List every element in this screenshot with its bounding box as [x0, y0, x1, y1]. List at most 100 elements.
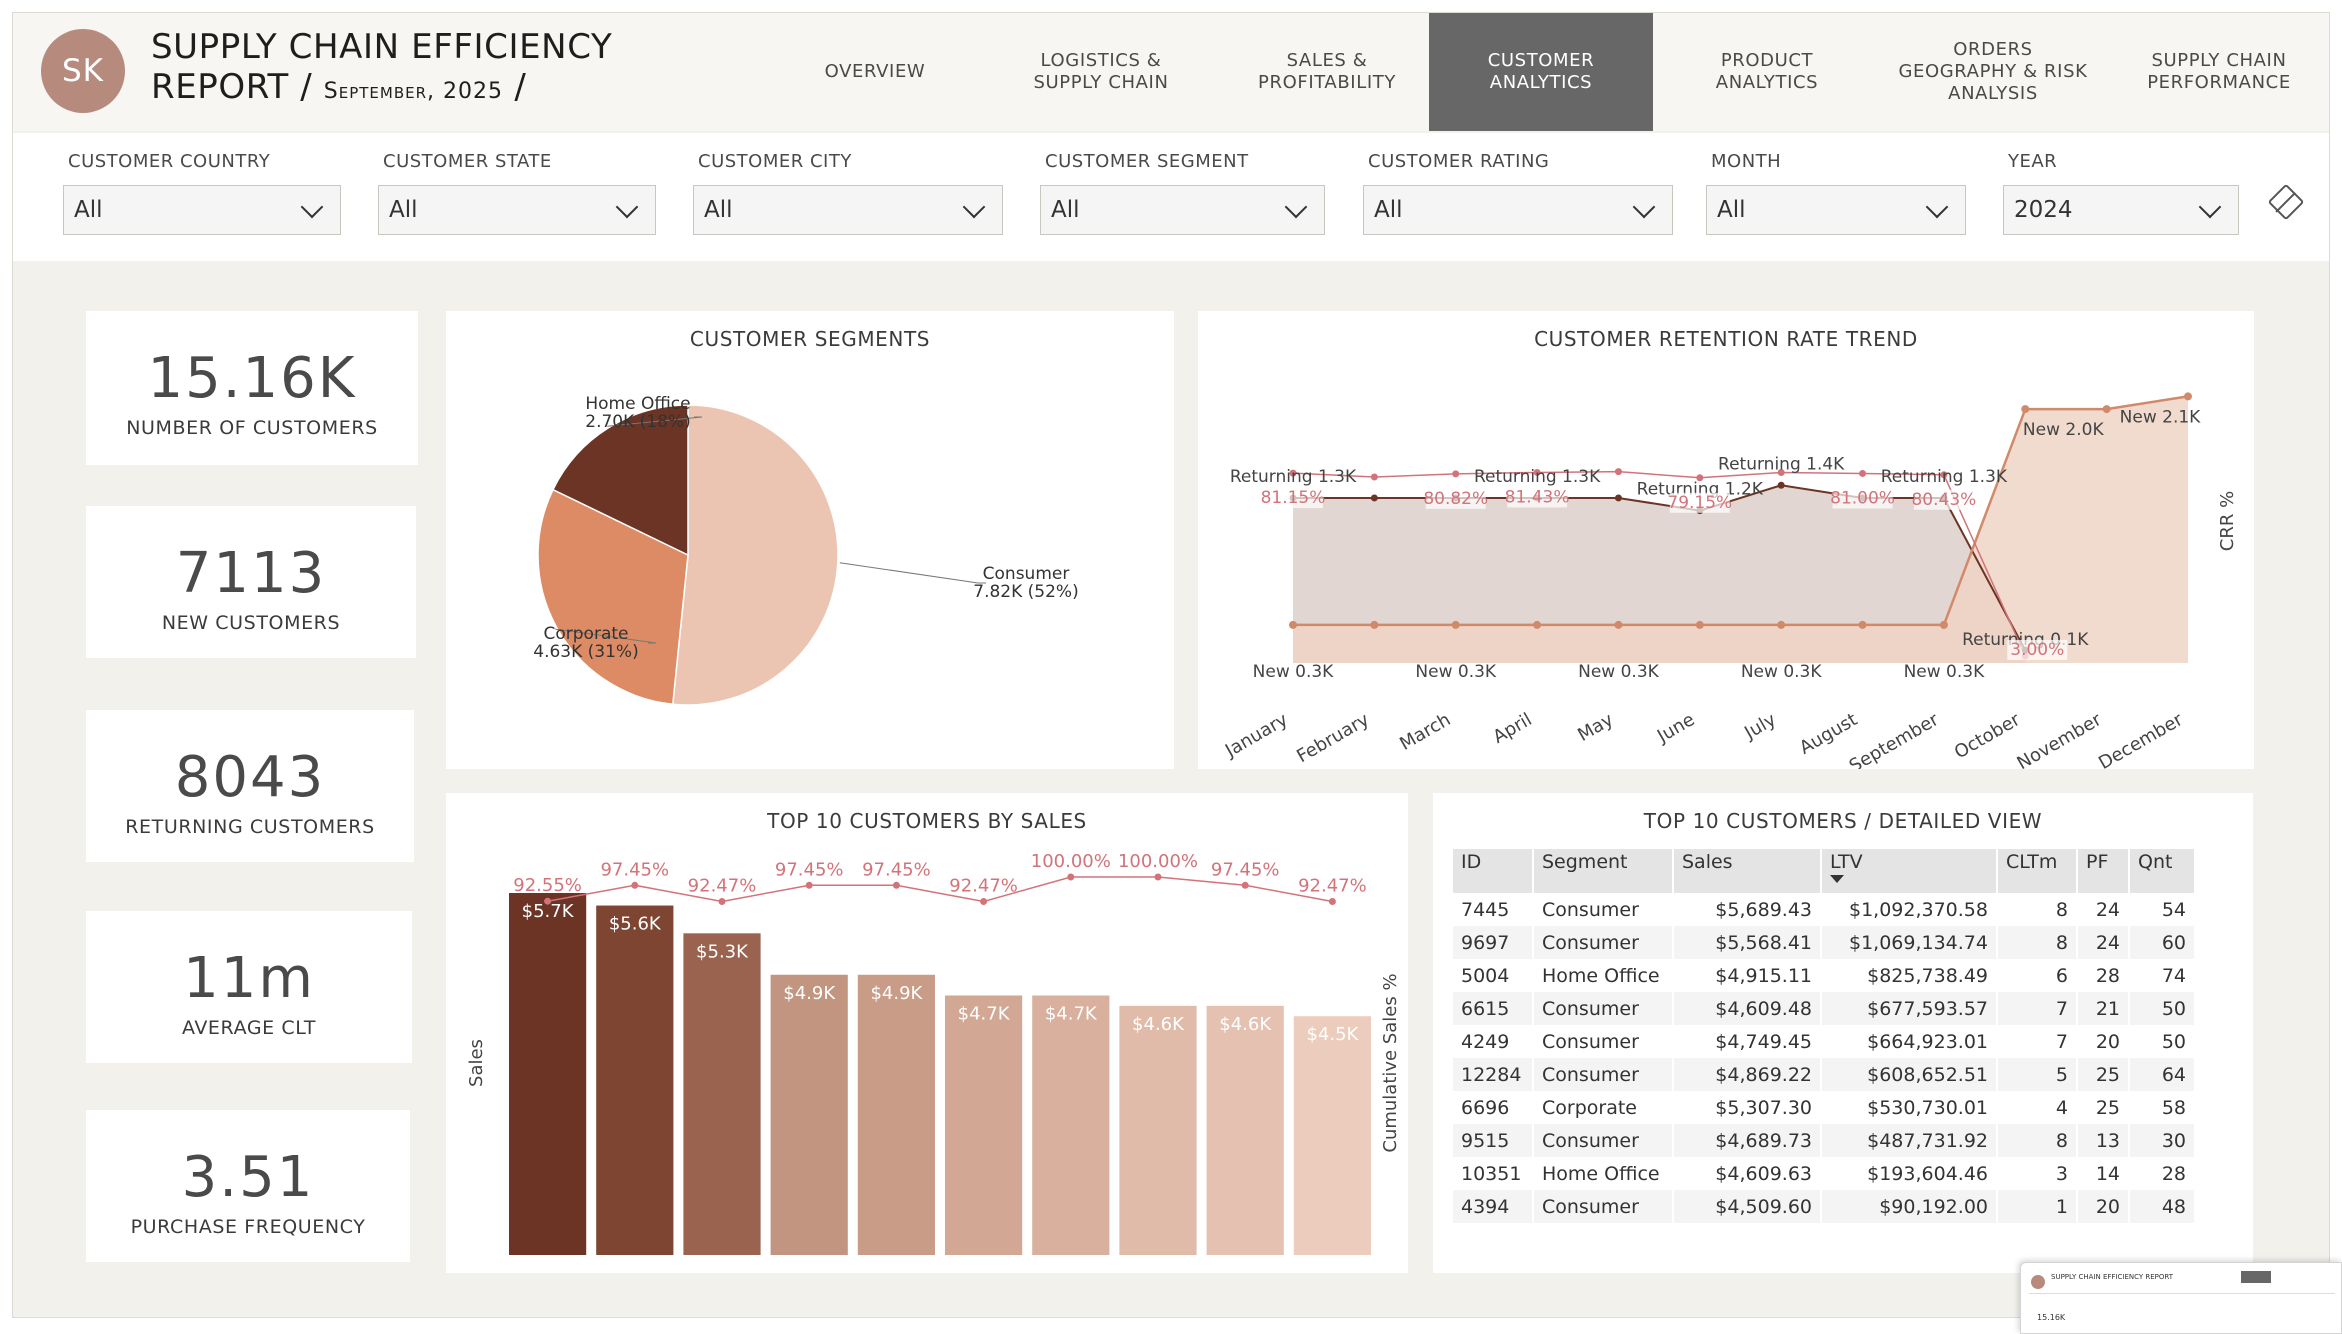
tab-label: ORDERS GEOGRAPHY & RISK ANALYSIS [1898, 39, 2088, 104]
table-row[interactable]: 9515 Consumer $4,689.73 $487,731.92 8 13 30 [1453, 1124, 2196, 1157]
cumulative-label: 97.45% [775, 859, 844, 880]
filter-value: All [1717, 197, 1746, 223]
clear-filters-icon[interactable] [2267, 183, 2305, 221]
table-cell: $5,689.43 [1673, 893, 1822, 926]
table-row[interactable]: 9697 Consumer $5,568.41 $1,069,134.74 8 24 60 [1453, 926, 2196, 959]
table-cell: 24 [2077, 926, 2130, 959]
point-label: New 0.3K [1253, 662, 1335, 682]
table-cell: 4394 [1453, 1190, 1534, 1223]
table-cell: 7 [1997, 1025, 2078, 1058]
filter-select-segment[interactable]: All [1040, 185, 1325, 235]
filter-select-rating[interactable]: All [1363, 185, 1673, 235]
kpi-label: NEW CUSTOMERS [161, 612, 341, 634]
table-cell: 4 [1997, 1091, 2078, 1124]
table-cell: 6615 [1453, 992, 1534, 1025]
filter-select-year[interactable]: 2024 [2003, 185, 2239, 235]
chevron-down-icon [1632, 195, 1656, 219]
new-point [1370, 620, 1379, 629]
kpi-value: 8043 [174, 745, 326, 810]
cumulative-point [892, 881, 900, 889]
table-cell: $4,609.48 [1673, 992, 1822, 1025]
tab-orders-geography-risk[interactable]: ORDERS GEOGRAPHY & RISK ANALYSIS [1881, 13, 2105, 131]
table-row[interactable]: 4249 Consumer $4,749.45 $664,923.01 7 20 50 [1453, 1025, 2196, 1058]
thumbnail-divider [2029, 1293, 2335, 1294]
table-cell: 12284 [1453, 1058, 1534, 1091]
point-label: New 0.3K [1578, 662, 1660, 682]
customer-segments-pie: Consumer7.82K (52%) Corporate4.63K (31%) H… [533, 394, 1079, 706]
table-title: TOP 10 CUSTOMERS / DETAILED VIEW [1643, 809, 2043, 833]
table-cell: 24 [2077, 893, 2130, 926]
x-tick-label: April [1489, 709, 1535, 748]
filter-label-city: CUSTOMER CITY [698, 151, 852, 172]
table-cell: Home Office [1533, 1157, 1674, 1190]
new-point [1695, 620, 1704, 629]
table-cell: $4,689.73 [1673, 1124, 1822, 1157]
page-thumbnail-preview[interactable]: SUPPLY CHAIN EFFICIENCY REPORT 15.16K [2020, 1262, 2342, 1334]
table-cell: 14 [2077, 1157, 2130, 1190]
bar [770, 974, 848, 1255]
top-customers-table-panel: TOP 10 CUSTOMERS / DETAILED VIEW ID Segm… [1433, 793, 2253, 1273]
y-axis-label-right: CRR % [2217, 491, 2238, 551]
tab-logistics-supply-chain[interactable]: LOGISTICS & SUPPLY CHAIN [989, 13, 1213, 131]
cumulative-point [980, 897, 988, 905]
table-cell: 28 [2077, 959, 2130, 992]
tab-sales-profitability[interactable]: SALES & PROFITABILITY [1215, 13, 1439, 131]
filter-select-city[interactable]: All [693, 185, 1003, 235]
col-header-ltv[interactable]: LTV [1821, 849, 1998, 893]
col-header-qnt[interactable]: Qnt [2129, 849, 2196, 893]
bar-value-label: $5.3K [696, 941, 749, 962]
tab-product-analytics[interactable]: PRODUCT ANALYTICS [1655, 13, 1879, 131]
filter-select-state[interactable]: All [378, 185, 656, 235]
crr-point [1370, 473, 1378, 481]
col-header-id[interactable]: ID [1453, 849, 1534, 893]
report-title: SUPPLY CHAIN EFFICIENCY REPORT / Septemb… [151, 27, 612, 112]
point-label: Returning 1.3K [1230, 467, 1357, 487]
cumulative-point [1241, 881, 1249, 889]
point-label: New 2.1K [2120, 407, 2202, 427]
table-row[interactable]: 7445 Consumer $5,689.43 $1,092,370.58 8 24 54 [1453, 893, 2196, 926]
table-cell: $4,749.45 [1673, 1025, 1822, 1058]
tab-overview[interactable]: OVERVIEW [763, 13, 987, 131]
filter-label-rating: CUSTOMER RATING [1368, 151, 1550, 172]
col-header-sales[interactable]: Sales [1673, 849, 1822, 893]
thumbnail-active-tab [2241, 1271, 2271, 1283]
filter-label-state: CUSTOMER STATE [383, 151, 552, 172]
chevron-down-icon [1284, 195, 1308, 219]
table-cell: $608,652.51 [1821, 1058, 1998, 1091]
sort-descending-icon [1830, 875, 1844, 883]
returning-point [1777, 481, 1785, 489]
point-label: New 0.3K [1741, 662, 1823, 682]
table-cell: 48 [2129, 1190, 2196, 1223]
new-point [1939, 620, 1948, 629]
thumbnail-title: SUPPLY CHAIN EFFICIENCY REPORT [2051, 1273, 2174, 1281]
col-header-pf[interactable]: PF [2077, 849, 2130, 893]
cumulative-point [805, 881, 813, 889]
kpi-card-new-customers: 7113 NEW CUSTOMERS [86, 506, 416, 658]
y-axis-label: Sales [466, 1039, 487, 1087]
tab-customer-analytics[interactable]: CUSTOMER ANALYTICS [1429, 13, 1653, 131]
point-label: New 0.3K [1415, 662, 1497, 682]
report-header: SK SUPPLY CHAIN EFFICIENCY REPORT / Sept… [13, 13, 2329, 131]
tab-label: CUSTOMER ANALYTICS [1487, 50, 1595, 93]
bar [596, 905, 674, 1255]
customer-segments-panel: CUSTOMER SEGMENTS Consumer 7.82K (52%) Cor… [446, 311, 1174, 769]
bar [683, 933, 761, 1255]
filter-select-month[interactable]: All [1706, 185, 1966, 235]
table-row[interactable]: 6615 Consumer $4,609.48 $677,593.57 7 21 50 [1453, 992, 2196, 1025]
tab-supply-chain-performance[interactable]: SUPPLY CHAIN PERFORMANCE [2107, 13, 2329, 131]
report-canvas: SK SUPPLY CHAIN EFFICIENCY REPORT / Sept… [12, 12, 2330, 1318]
filter-select-country[interactable]: All [63, 185, 341, 235]
bar-value-label: $4.5K [1306, 1024, 1359, 1045]
col-header-segment[interactable]: Segment [1533, 849, 1674, 893]
table-row[interactable]: 4394 Consumer $4,509.60 $90,192.00 1 20 48 [1453, 1190, 2196, 1223]
top-customers-bar-chart: $5.7K$5.6K$5.3K$4.9K $4.9K$4.7K $4.7K $4.6K… [466, 851, 1401, 1255]
table-row[interactable]: 10351 Home Office $4,609.63 $193,604.46 3 14 2… [1453, 1157, 2196, 1190]
table-row[interactable]: 6696 Corporate $5,307.30 $530,730.01 4 25 58 [1453, 1091, 2196, 1124]
new-point [1533, 620, 1542, 629]
kpi-value: 3.51 [181, 1145, 315, 1210]
table-row[interactable]: 5004 Home Office $4,915.11 $825,738.49 6 28 74 [1453, 959, 2196, 992]
x-tick-label: July [1740, 709, 1780, 744]
table-row[interactable]: 12284 Consumer $4,869.22 $608,652.51 5 25 64 [1453, 1058, 2196, 1091]
filter-label-country: CUSTOMER COUNTRY [68, 151, 271, 172]
col-header-cltm[interactable]: CLTm [1997, 849, 2078, 893]
